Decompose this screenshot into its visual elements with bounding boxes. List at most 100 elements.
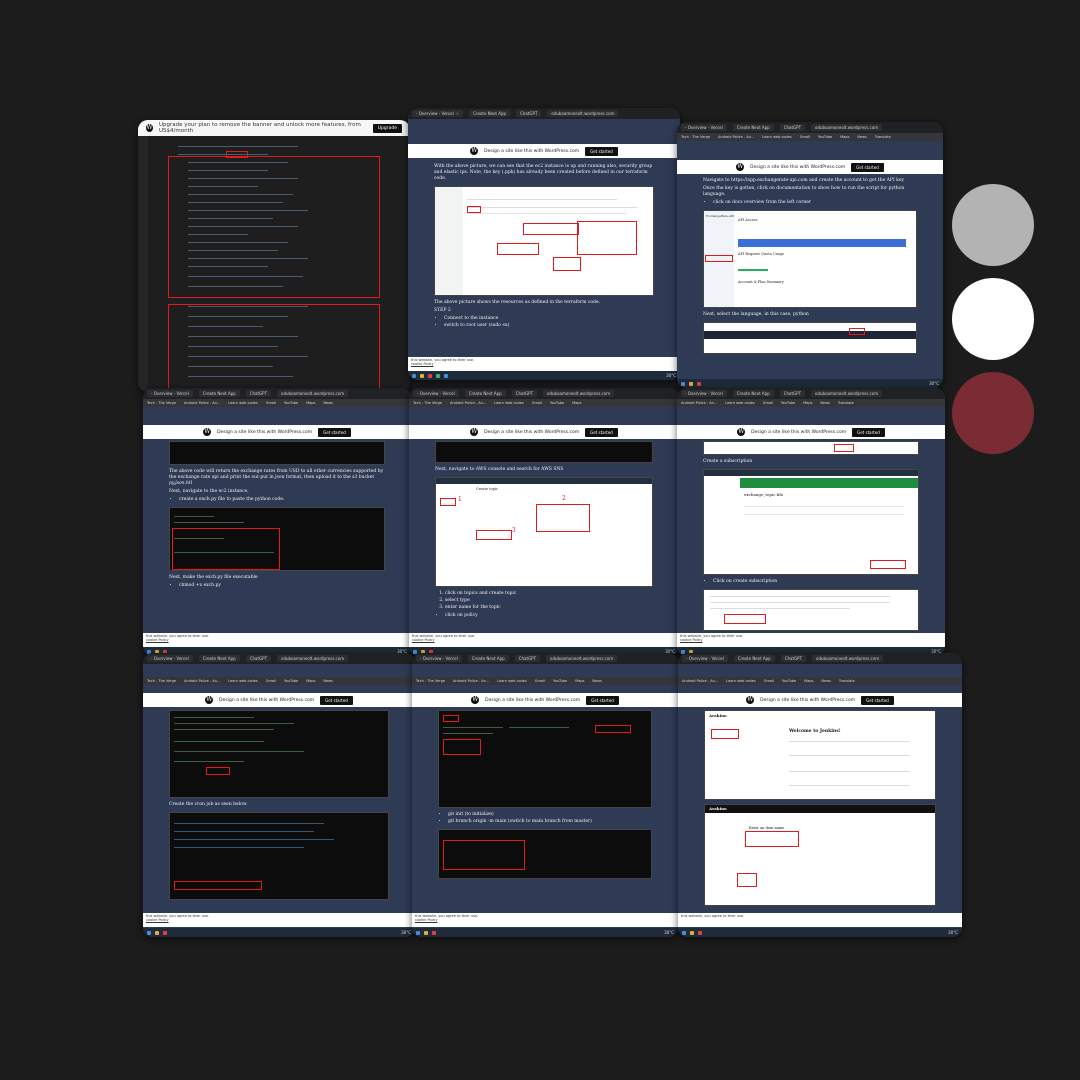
bookmark[interactable]: Android Police - An... bbox=[184, 679, 220, 683]
tab-vercel[interactable]: - Overview - Vercel bbox=[413, 390, 459, 397]
bookmark[interactable]: Tech - The Verge bbox=[413, 401, 442, 405]
bookmark[interactable]: Learn web codes bbox=[228, 401, 258, 405]
bookmark[interactable]: Gmail bbox=[535, 679, 545, 683]
tab-chatgpt[interactable]: ChatGPT bbox=[245, 390, 272, 397]
bookmark[interactable]: Maps bbox=[306, 679, 315, 683]
tab-vercel[interactable]: - Overview - Vercel bbox=[147, 390, 193, 397]
bookmark[interactable]: Learn web codes bbox=[762, 135, 792, 139]
cookie-policy-link[interactable]: cookie Policy bbox=[415, 918, 675, 922]
bookmark[interactable]: News bbox=[323, 679, 332, 683]
tab-next-app[interactable]: Create Next App bbox=[464, 390, 506, 397]
app-icon[interactable] bbox=[697, 381, 701, 386]
bookmark[interactable]: Tech - The Verge bbox=[147, 401, 176, 405]
bookmark[interactable]: YouTube bbox=[284, 401, 298, 405]
bookmark[interactable]: Learn web codes bbox=[726, 679, 756, 683]
tab-chatgpt[interactable]: ChatGPT bbox=[779, 390, 806, 397]
bookmark[interactable]: News bbox=[821, 679, 830, 683]
tab-wordpress[interactable]: oduboamoneolt.wordpress.com bbox=[812, 655, 884, 662]
bookmark[interactable]: Translate bbox=[875, 135, 891, 139]
bookmark[interactable]: Android Police - An... bbox=[682, 679, 718, 683]
tab-next-app[interactable]: Create Next App bbox=[198, 390, 240, 397]
bookmark[interactable]: Maps bbox=[572, 401, 581, 405]
tab-wordpress[interactable]: oduboamoneolt.wordpress.com bbox=[543, 390, 615, 397]
bookmark[interactable]: Gmail bbox=[764, 679, 774, 683]
tab-next-app[interactable]: Create Next App bbox=[467, 655, 509, 662]
get-started-button[interactable]: Get started bbox=[585, 427, 618, 437]
tab-next-app[interactable]: Create Next App bbox=[469, 110, 511, 117]
bookmark[interactable]: Gmail bbox=[266, 401, 276, 405]
bookmark[interactable]: YouTube bbox=[550, 401, 564, 405]
get-started-button[interactable]: Get started bbox=[586, 695, 619, 705]
tab-next-app[interactable]: Create Next App bbox=[732, 124, 774, 131]
cookie-policy-link[interactable]: cookie Policy bbox=[412, 638, 676, 642]
bookmark[interactable]: Maps bbox=[840, 135, 849, 139]
tab-next-app[interactable]: Create Next App bbox=[732, 390, 774, 397]
bookmark[interactable]: Android Police - An... bbox=[453, 679, 489, 683]
tab-wordpress[interactable]: oduboamoneolt.wordpress.com bbox=[546, 655, 618, 662]
tab-vercel[interactable]: - Overview - Vercel bbox=[147, 655, 193, 662]
bookmark[interactable]: YouTube bbox=[781, 401, 795, 405]
bookmark[interactable]: News bbox=[857, 135, 866, 139]
start-icon[interactable] bbox=[147, 930, 151, 935]
cookie-policy-link[interactable]: cookie Policy bbox=[146, 638, 408, 642]
bookmark[interactable]: Learn web codes bbox=[228, 679, 258, 683]
get-started-button[interactable]: Get started bbox=[318, 427, 351, 437]
bookmark[interactable]: Tech - The Verge bbox=[416, 679, 445, 683]
tab-chatgpt[interactable]: ChatGPT bbox=[514, 655, 541, 662]
tab-wordpress[interactable]: oduboamoneolt.wordpress.com bbox=[811, 124, 883, 131]
tab-wordpress[interactable]: oduboamoneolt.wordpress.com bbox=[811, 390, 883, 397]
bookmark[interactable]: Gmail bbox=[266, 679, 276, 683]
get-started-button[interactable]: Get started bbox=[861, 695, 894, 705]
start-icon[interactable] bbox=[412, 373, 416, 378]
tab-vercel[interactable]: - Overview - Vercel bbox=[681, 390, 727, 397]
app-icon[interactable] bbox=[444, 373, 448, 378]
bookmark[interactable]: Maps bbox=[803, 401, 812, 405]
tab-chatgpt[interactable]: ChatGPT bbox=[780, 655, 807, 662]
bookmark[interactable]: YouTube bbox=[553, 679, 567, 683]
tab-vercel[interactable]: - Overview - Vercel bbox=[681, 124, 727, 131]
tab-vercel[interactable]: - Overview - Vercel bbox=[682, 655, 728, 662]
bookmark[interactable]: Maps bbox=[575, 679, 584, 683]
bookmark[interactable]: Learn web codes bbox=[725, 401, 755, 405]
app-icon[interactable] bbox=[428, 373, 432, 378]
bookmark[interactable]: Maps bbox=[804, 679, 813, 683]
upgrade-button[interactable]: Upgrade bbox=[372, 123, 402, 133]
bookmark[interactable]: Android Police - An... bbox=[450, 401, 486, 405]
bookmark[interactable]: Translate bbox=[838, 401, 854, 405]
app-icon[interactable] bbox=[432, 930, 436, 935]
tab-wordpress[interactable]: oduboamoneolt.wordpress.com bbox=[277, 390, 349, 397]
app-icon[interactable] bbox=[420, 373, 424, 378]
get-started-button[interactable]: Get started bbox=[320, 695, 353, 705]
bookmark[interactable]: News bbox=[592, 679, 601, 683]
start-icon[interactable] bbox=[681, 381, 685, 386]
app-icon[interactable] bbox=[436, 373, 440, 378]
get-started-button[interactable]: Get started bbox=[851, 162, 884, 172]
tab-next-app[interactable]: Create Next App bbox=[198, 655, 240, 662]
bookmark[interactable]: Android Police - An... bbox=[681, 401, 717, 405]
close-icon[interactable]: × bbox=[456, 111, 459, 116]
bookmark[interactable]: Tech - The Verge bbox=[681, 135, 710, 139]
vscode-activity-bar[interactable] bbox=[138, 136, 148, 392]
bookmark[interactable]: News bbox=[820, 401, 829, 405]
cookie-policy-link[interactable]: cookie Policy bbox=[411, 362, 677, 366]
start-icon[interactable] bbox=[416, 930, 420, 935]
tab-chatgpt[interactable]: ChatGPT bbox=[779, 124, 806, 131]
bookmark[interactable]: News bbox=[323, 401, 332, 405]
start-icon[interactable] bbox=[682, 930, 686, 935]
cookie-policy-link[interactable]: cookie Policy bbox=[680, 638, 942, 642]
tab-chatgpt[interactable]: ChatGPT bbox=[511, 390, 538, 397]
tab-chatgpt[interactable]: ChatGPT bbox=[516, 110, 542, 117]
tab-wordpress[interactable]: oduboamoneolt.wordpress.com bbox=[547, 110, 619, 117]
bookmark[interactable]: Maps bbox=[306, 401, 315, 405]
bookmark[interactable]: Android Police - An... bbox=[718, 135, 754, 139]
get-started-button[interactable]: Get started bbox=[585, 146, 618, 156]
bookmark[interactable]: YouTube bbox=[818, 135, 832, 139]
app-icon[interactable] bbox=[424, 930, 428, 935]
app-icon[interactable] bbox=[690, 930, 694, 935]
bookmark[interactable]: Translate bbox=[839, 679, 855, 683]
cookie-policy-link[interactable]: cookie Policy bbox=[146, 918, 412, 922]
vscode-editor[interactable] bbox=[148, 136, 410, 392]
bookmark[interactable]: Android Police - An... bbox=[184, 401, 220, 405]
tab-next-app[interactable]: Create Next App bbox=[733, 655, 775, 662]
app-icon[interactable] bbox=[155, 930, 159, 935]
